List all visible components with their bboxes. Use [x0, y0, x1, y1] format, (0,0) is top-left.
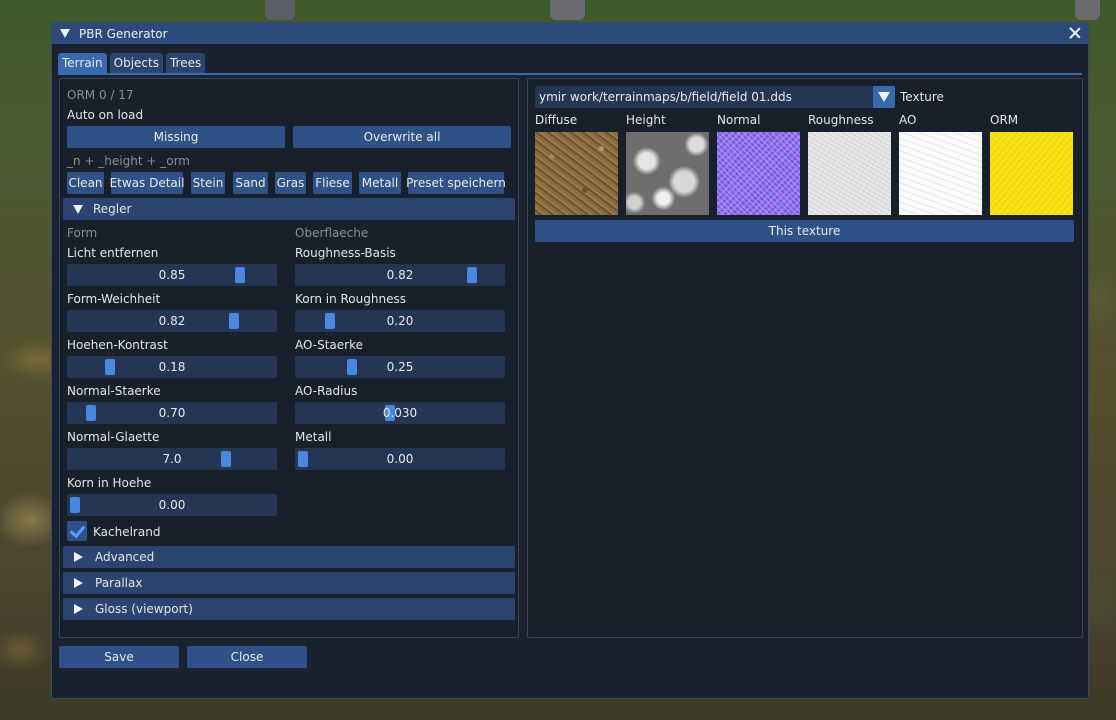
slider-label: AO-Staerke [295, 338, 364, 352]
normal-thumbnail [717, 132, 800, 215]
form-weichheit-slider[interactable]: 0.82 [67, 310, 277, 332]
background-structure [550, 0, 585, 20]
ao-thumbnail [899, 132, 982, 215]
slider-label: Korn in Roughness [295, 292, 406, 306]
slider-value: 0.25 [386, 360, 414, 374]
preset-sand-button[interactable]: Sand [233, 172, 268, 194]
chevron-down-icon[interactable] [873, 86, 895, 108]
texture-path-combo[interactable]: ymir work/terrainmaps/b/field/field 01.d… [535, 86, 895, 108]
slider-value: 0.030 [382, 406, 418, 420]
collapse-window-icon[interactable] [60, 29, 70, 38]
orm-thumbnail [990, 132, 1073, 215]
close-button[interactable]: Close [187, 646, 307, 668]
suffix-hint: _n + _height + _orm [67, 154, 190, 168]
preset-save-button[interactable]: Preset speichern [406, 172, 506, 194]
slider-label: AO-Radius [295, 384, 358, 398]
slider-label: Licht entfernen [67, 246, 159, 260]
window-title: PBR Generator [79, 26, 168, 41]
tab-trees[interactable]: Trees [165, 53, 206, 73]
tab-objects[interactable]: Objects [109, 53, 163, 73]
korn-in-roughness-slider[interactable]: 0.20 [295, 310, 505, 332]
slider-value: 7.0 [162, 452, 182, 466]
texture-preview-panel[interactable]: ymir work/terrainmaps/b/field/field 01.d… [527, 78, 1083, 638]
this-texture-button[interactable]: This texture [535, 220, 1074, 242]
background-structure [265, 0, 295, 20]
regler-header[interactable]: Regler [63, 198, 515, 220]
metall-slider[interactable]: 0.00 [295, 448, 505, 470]
preset-fliese-button[interactable]: Fliese [313, 172, 352, 194]
parallax-header[interactable]: Parallax [63, 572, 515, 594]
slider-value: 0.00 [386, 452, 414, 466]
parallax-header-label: Parallax [95, 576, 143, 590]
kachelrand-label: Kachelrand [93, 525, 161, 539]
window-titlebar[interactable]: PBR Generator [52, 23, 1088, 44]
normal-staerke-slider[interactable]: 0.70 [67, 402, 277, 424]
preset-clean-button[interactable]: Clean [67, 172, 104, 194]
preset-metall-button[interactable]: Metall [359, 172, 401, 194]
texture-label: Texture [900, 90, 944, 104]
expanded-arrow-icon [73, 204, 83, 214]
slider-value: 0.18 [158, 360, 186, 374]
slider-value: 0.82 [386, 268, 414, 282]
kachelrand-checkbox[interactable] [67, 521, 87, 541]
diffuse-thumbnail [535, 132, 618, 215]
map-label-diffuse: Diffuse [535, 113, 578, 127]
preset-gras-button[interactable]: Gras [275, 172, 306, 194]
surface-heading: Oberflaeche [295, 226, 369, 240]
form-heading: Form [67, 226, 98, 240]
ao-radius-slider[interactable]: 0.030 [295, 402, 505, 424]
regler-header-label: Regler [93, 202, 132, 216]
auto-on-load-label: Auto on load [67, 108, 144, 122]
background-structure [1075, 0, 1100, 20]
normal-glaette-slider[interactable]: 7.0 [67, 448, 277, 470]
texture-path-value: ymir work/terrainmaps/b/field/field 01.d… [539, 90, 792, 104]
close-icon[interactable] [1068, 25, 1082, 41]
tab-bar: Terrain Objects Trees [58, 53, 206, 73]
slider-label: Hoehen-Kontrast [67, 338, 168, 352]
roughness-basis-slider[interactable]: 0.82 [295, 264, 505, 286]
gloss-header[interactable]: Gloss (viewport) [63, 598, 515, 620]
slider-label: Normal-Glaette [67, 430, 160, 444]
advanced-header-label: Advanced [95, 550, 155, 564]
slider-value: 0.00 [158, 498, 186, 512]
hoehen-kontrast-slider[interactable]: 0.18 [67, 356, 277, 378]
preset-etwas-detail-button[interactable]: Etwas Detail [110, 172, 184, 194]
slider-label: Metall [295, 430, 332, 444]
missing-button[interactable]: Missing [67, 126, 285, 148]
map-label-orm: ORM [990, 113, 1019, 127]
collapsed-arrow-icon [74, 604, 83, 614]
ao-staerke-slider[interactable]: 0.25 [295, 356, 505, 378]
collapsed-arrow-icon [74, 578, 83, 588]
preset-stein-button[interactable]: Stein [191, 172, 225, 194]
gloss-header-label: Gloss (viewport) [95, 602, 193, 616]
tab-terrain[interactable]: Terrain [58, 53, 107, 73]
slider-label: Form-Weichheit [67, 292, 161, 306]
licht-entfernen-slider[interactable]: 0.85 [67, 264, 277, 286]
slider-value: 0.85 [158, 268, 186, 282]
tab-underline [58, 73, 1082, 75]
roughness-thumbnail [808, 132, 891, 215]
slider-value: 0.70 [158, 406, 186, 420]
slider-label: Korn in Hoehe [67, 476, 152, 490]
orm-count: ORM 0 / 17 [67, 88, 134, 102]
map-label-ao: AO [899, 113, 917, 127]
slider-value: 0.20 [386, 314, 414, 328]
map-label-height: Height [626, 113, 666, 127]
korn-in-hoehe-slider[interactable]: 0.00 [67, 494, 277, 516]
slider-value: 0.82 [158, 314, 186, 328]
height-thumbnail [626, 132, 709, 215]
advanced-header[interactable]: Advanced [63, 546, 515, 568]
pbr-generator-window: PBR Generator Terrain Objects Trees ORM … [51, 22, 1089, 699]
save-button[interactable]: Save [59, 646, 179, 668]
slider-label: Roughness-Basis [295, 246, 396, 260]
map-label-roughness: Roughness [808, 113, 874, 127]
overwrite-all-button[interactable]: Overwrite all [293, 126, 511, 148]
collapsed-arrow-icon [74, 552, 83, 562]
map-label-normal: Normal [717, 113, 761, 127]
settings-panel[interactable]: ORM 0 / 17 Auto on load Missing Overwrit… [59, 78, 519, 638]
slider-label: Normal-Staerke [67, 384, 161, 398]
